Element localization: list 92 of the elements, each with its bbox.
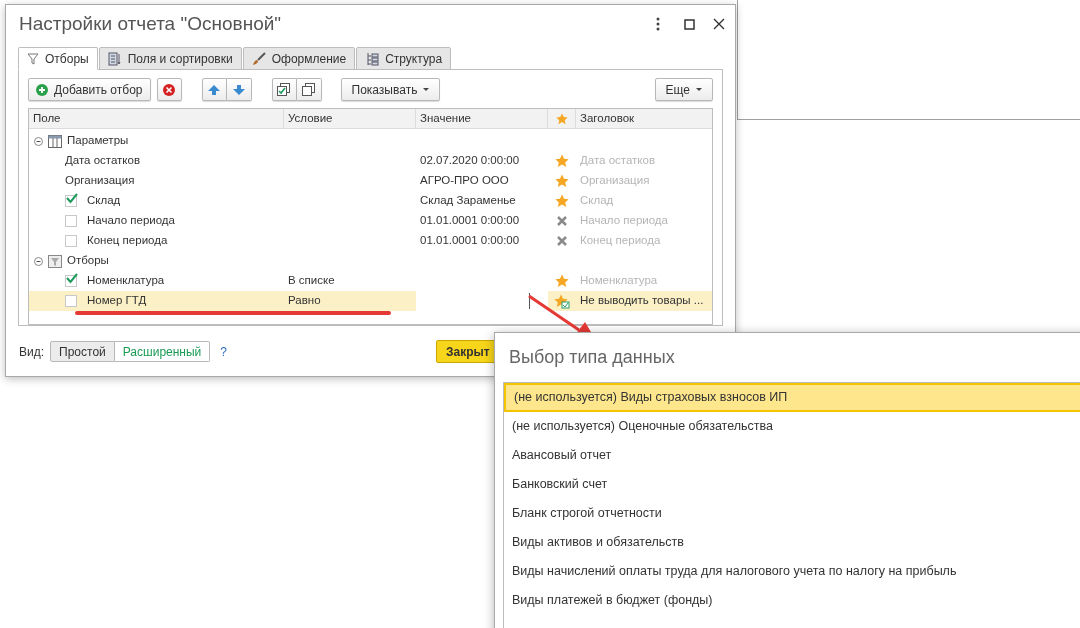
move-up-button[interactable] (201, 78, 227, 101)
empty-boxes-icon (301, 83, 316, 96)
column-header[interactable]: Условие (284, 109, 416, 128)
table-row[interactable]: Дата остатков 02.07.2020 0:00:00 Дата остатков (29, 151, 712, 171)
cross-icon[interactable] (556, 235, 568, 247)
heading-text: Конец периода (579, 233, 662, 249)
table-row[interactable]: Склад Склад Зараменье Склад (29, 191, 712, 211)
uncheck-all-button[interactable] (296, 78, 322, 101)
text-cursor (529, 293, 530, 309)
heading-text: Организация (579, 173, 651, 189)
caret-icon (423, 88, 430, 91)
heading-text: Склад (579, 193, 615, 209)
field-name: Организация (65, 173, 135, 189)
type-list-item[interactable]: Бланк строгой отчетности (504, 499, 1080, 528)
group-label: Параметры (67, 133, 129, 149)
brush-icon (251, 51, 266, 66)
up-arrow-icon (207, 83, 221, 96)
type-list-item[interactable]: (не используется) Виды страховых взносов ИП (504, 383, 1080, 412)
tab[interactable]: Поля и сортировки (98, 47, 242, 70)
tab[interactable]: Структура (356, 47, 452, 70)
star-icon (555, 112, 568, 125)
add-filter-button[interactable]: Добавить отбор (28, 78, 151, 101)
type-list-item[interactable]: Виды платежей в бюджет (фонды) (504, 586, 1080, 615)
star-icon[interactable] (555, 174, 569, 188)
value-text: 01.01.0001 0:00:00 (420, 233, 520, 249)
view-label: Вид: (19, 343, 45, 361)
heading-text: Номенклатура (579, 273, 659, 289)
table-row[interactable]: Номер ГТД Равно Не выводить товары ... (29, 291, 712, 311)
heading-text: Не выводить товары ... (579, 293, 705, 309)
more-icon[interactable] (656, 17, 660, 31)
caret-icon (696, 88, 702, 91)
plus-icon (36, 83, 48, 96)
list-icon (107, 51, 122, 66)
type-list-item[interactable]: Виды начислений оплаты труда для налогового учета по налогу на прибыль (504, 557, 1080, 586)
star-icon[interactable] (555, 274, 569, 288)
help-link[interactable]: ? (220, 342, 227, 361)
field-name: Номер ГТД (87, 293, 147, 309)
checkbox[interactable] (65, 275, 77, 287)
type-list-item[interactable]: Авансовый отчет (504, 441, 1080, 470)
column-header[interactable]: Заголовок (576, 109, 710, 128)
show-dropdown[interactable]: Показывать (340, 78, 441, 101)
table-row[interactable]: Номенклатура В списке Номенклатура (29, 271, 712, 291)
field-name: Номенклатура (87, 273, 165, 289)
type-list-item[interactable]: (не используется) Оценочные обязательства (504, 412, 1080, 441)
heading-text: Начало периода (579, 213, 669, 229)
value-text: Склад Зараменье (420, 193, 516, 209)
delete-button[interactable] (156, 78, 182, 101)
checkbox[interactable] (65, 295, 77, 307)
filter-table-icon (48, 254, 62, 268)
window-title: Настройки отчета "Основной" (19, 11, 283, 36)
star-icon[interactable] (555, 194, 569, 208)
field-name: Конец периода (87, 233, 168, 249)
structure-icon (365, 51, 380, 66)
value-text: АГРО-ПРО ООО (420, 173, 509, 189)
column-header[interactable]: Поле (29, 109, 284, 128)
more-dropdown[interactable]: Еще (654, 78, 713, 101)
checkbox[interactable] (65, 195, 77, 207)
field-name: Склад (87, 193, 121, 209)
collapse-icon[interactable] (34, 256, 43, 266)
condition-text: В списке (288, 274, 335, 287)
table-row[interactable]: Конец периода 01.01.0001 0:00:00 Конец периода (29, 231, 712, 251)
value-text: 02.07.2020 0:00:00 (420, 153, 520, 169)
close-icon[interactable] (713, 18, 725, 30)
checkbox[interactable] (65, 215, 77, 227)
cross-icon[interactable] (556, 215, 568, 227)
table-row[interactable]: Организация АГРО-ПРО ООО Организация (29, 171, 712, 191)
down-arrow-icon (231, 83, 246, 96)
filter-icon (27, 52, 39, 65)
view-option[interactable]: Простой (50, 341, 115, 362)
checkbox[interactable] (65, 235, 77, 247)
check-all-button[interactable] (271, 78, 297, 101)
table-row[interactable]: Начало периода 01.01.0001 0:00:00 Начало периода (29, 211, 712, 231)
delete-icon (163, 83, 175, 96)
condition-text: Равно (288, 294, 321, 307)
tab[interactable]: Отборы (18, 47, 98, 70)
collapse-icon[interactable] (34, 136, 43, 146)
value-text: 01.01.0001 0:00:00 (420, 213, 520, 229)
move-down-button[interactable] (226, 78, 252, 101)
maximize-icon[interactable] (684, 18, 695, 30)
star-icon[interactable] (555, 154, 569, 168)
star-check-icon[interactable] (554, 293, 570, 309)
column-header[interactable]: Значение (416, 109, 548, 128)
type-list-item[interactable]: Банковский счет (504, 470, 1080, 499)
group-label: Отборы (67, 253, 109, 269)
type-list-item[interactable]: Виды активов и обязательств (504, 528, 1080, 557)
heading-text: Дата остатков (579, 153, 657, 169)
table-icon (48, 134, 62, 148)
field-name: Дата остатков (65, 153, 141, 169)
checked-boxes-icon (277, 83, 291, 96)
view-option[interactable]: Расширенный (114, 341, 211, 362)
tab[interactable]: Оформление (242, 47, 356, 70)
field-name: Начало периода (87, 213, 175, 229)
